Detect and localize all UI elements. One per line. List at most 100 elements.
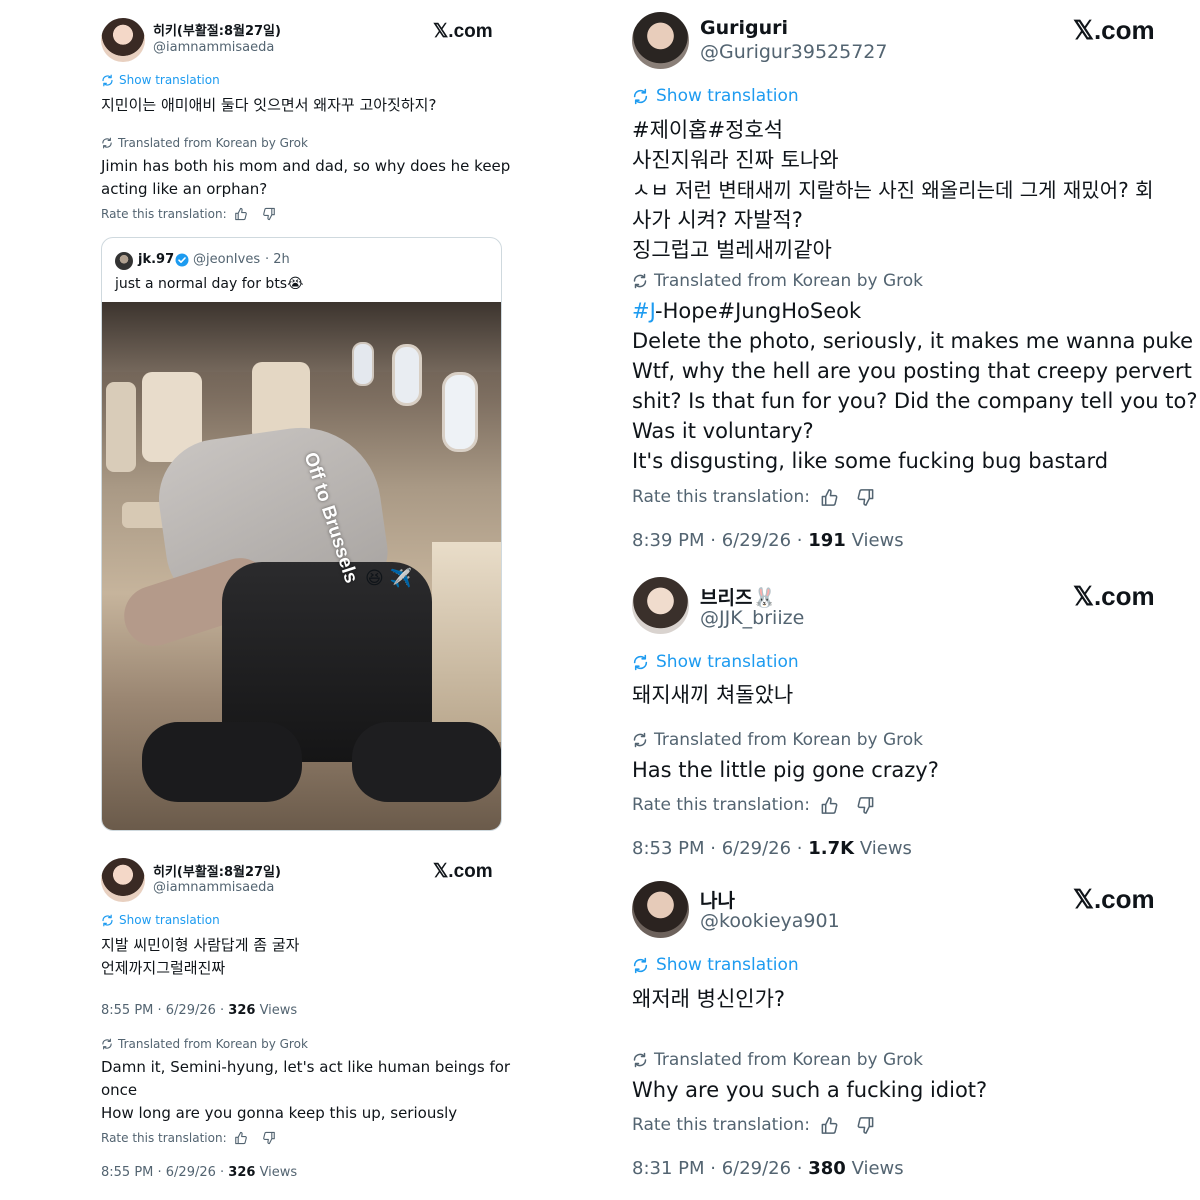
avatar[interactable] <box>101 18 145 62</box>
views-count: 380 <box>808 1158 846 1179</box>
original-text: 왜저래 병신인가? <box>632 987 786 1011</box>
rate-translation: Rate this translation: <box>101 207 276 221</box>
translate-icon <box>632 273 648 289</box>
translate-icon <box>101 914 114 927</box>
person-shoe <box>142 722 302 802</box>
display-name[interactable]: 브리즈🐰 <box>700 583 776 610</box>
thumbs-up-icon[interactable] <box>820 796 839 815</box>
original-text: 지발 씨민이형 사람답게 좀 굴자 <box>101 936 300 954</box>
hashtag-link[interactable]: #J <box>632 299 655 323</box>
post-meta: 8:39 PM · 6/29/26 · 191 Views <box>632 530 904 551</box>
thumbs-up-icon[interactable] <box>820 1116 839 1135</box>
translated-by-label: Translated from Korean by Grok <box>101 136 308 150</box>
original-text: ㅅㅂ 저런 변태새끼 지랄하는 사진 왜올리는데 그게 재밌어? 회 <box>632 178 1154 202</box>
show-translation-link[interactable]: Show translation <box>101 73 220 87</box>
views-count: 326 <box>228 1003 256 1018</box>
x-logo: 𝕏.com <box>433 861 493 882</box>
user-handle[interactable]: @iamnammisaeda <box>153 40 274 55</box>
cabin-window <box>392 344 422 406</box>
show-translation-label: Show translation <box>119 73 220 87</box>
display-name[interactable]: 히키(부활절:8월27일) <box>153 861 281 880</box>
thumbs-up-icon[interactable] <box>234 1131 248 1145</box>
thumbs-up-icon[interactable] <box>820 488 839 507</box>
photo-overlay-emoji: 😆 ✈️ <box>365 568 412 589</box>
cabin-seat <box>106 382 136 472</box>
user-handle[interactable]: @jeonIves <box>193 252 260 267</box>
show-translation-link[interactable]: Show translation <box>632 652 799 672</box>
translated-text: Why are you such a fucking idiot? <box>632 1078 988 1102</box>
translate-icon <box>632 1052 648 1068</box>
x-logo: 𝕏.com <box>1073 15 1155 45</box>
display-name[interactable]: jk.97 <box>138 252 174 267</box>
show-translation-link[interactable]: Show translation <box>632 955 799 975</box>
post-meta: 8:55 PM · 6/29/26 · 326 Views <box>101 1003 298 1018</box>
thumbs-up-icon[interactable] <box>234 207 248 221</box>
translated-by-label: Translated from Korean by Grok <box>632 1050 923 1070</box>
translated-by-label: Translated from Korean by Grok <box>632 271 923 291</box>
post-photo[interactable]: Off to Brussels 😆 ✈️ <box>102 302 501 830</box>
avatar[interactable] <box>115 252 133 270</box>
translate-icon <box>632 957 649 974</box>
original-text: 언제까지그럴래진짜 <box>101 959 226 977</box>
person-shoe <box>352 722 501 802</box>
post-time: · 2h <box>265 252 290 267</box>
thumbs-down-icon[interactable] <box>262 1131 276 1145</box>
thumbs-down-icon[interactable] <box>856 1116 875 1135</box>
translated-text: Damn it, Semini-hyung, let's act like hu… <box>101 1058 511 1076</box>
rate-translation: Rate this translation: <box>632 1115 875 1135</box>
translated-text: How long are you gonna keep this up, ser… <box>101 1104 458 1122</box>
original-text: #제이홉#정호석 <box>632 118 784 142</box>
show-translation-label: Show translation <box>119 913 220 927</box>
translated-text: shit? Is that fun for you? Did the compa… <box>632 389 1198 413</box>
translate-icon <box>632 654 649 671</box>
show-translation-label: Show translation <box>656 955 799 975</box>
avatar[interactable] <box>632 881 689 938</box>
show-translation-label: Show translation <box>656 86 799 106</box>
show-translation-link[interactable]: Show translation <box>101 913 220 927</box>
user-handle[interactable]: @iamnammisaeda <box>153 880 274 895</box>
quoted-text: just a normal day for bts😭 <box>115 276 304 292</box>
original-text: 지민이는 애미애비 둘다 잇으면서 왜자꾸 고아짓하지? <box>101 96 437 114</box>
avatar[interactable] <box>101 858 145 902</box>
post-meta: 8:55 PM · 6/29/26 · 326 Views <box>101 1165 298 1180</box>
translate-icon <box>632 88 649 105</box>
user-handle[interactable]: @kookieya901 <box>700 910 840 932</box>
show-translation-link[interactable]: Show translation <box>632 86 799 106</box>
user-handle[interactable]: @Gurigur39525727 <box>700 41 887 63</box>
post-meta: 8:31 PM · 6/29/26 · 380 Views <box>632 1158 904 1179</box>
translated-text: Delete the photo, seriously, it makes me… <box>632 329 1194 353</box>
translated-text: Jimin has both his mom and dad, so why d… <box>101 157 511 175</box>
rate-translation: Rate this translation: <box>101 1131 276 1145</box>
display-name[interactable]: 히키(부활절:8월27일) <box>153 20 281 39</box>
translated-text: Has the little pig gone crazy? <box>632 758 939 782</box>
thumbs-down-icon[interactable] <box>262 207 276 221</box>
quoted-tweet-card[interactable]: jk.97 @jeonIves · 2h just a normal day f… <box>101 237 502 831</box>
display-name[interactable]: 나나 <box>700 886 735 913</box>
avatar[interactable] <box>632 577 689 634</box>
translated-text: Was it voluntary? <box>632 419 814 443</box>
avatar[interactable] <box>632 12 689 69</box>
display-name[interactable]: Guriguri <box>700 17 788 39</box>
translated-by-label: Translated from Korean by Grok <box>101 1037 308 1051</box>
translated-text: once <box>101 1081 138 1099</box>
x-logo: 𝕏.com <box>1073 581 1155 611</box>
translated-text: Wtf, why the hell are you posting that c… <box>632 359 1192 383</box>
rate-translation: Rate this translation: <box>632 795 875 815</box>
views-count: 326 <box>228 1165 256 1180</box>
translated-by-label: Translated from Korean by Grok <box>632 730 923 750</box>
original-text: 돼지새끼 쳐돌았나 <box>632 683 794 707</box>
original-text: 사가 시켜? 자발적? <box>632 208 803 232</box>
translate-icon <box>101 1038 113 1050</box>
thumbs-down-icon[interactable] <box>856 488 875 507</box>
thumbs-down-icon[interactable] <box>856 796 875 815</box>
x-logo: 𝕏.com <box>433 21 493 42</box>
translated-text: acting like an orphan? <box>101 180 268 198</box>
cabin-window <box>442 372 478 452</box>
post-meta: 8:53 PM · 6/29/26 · 1.7K Views <box>632 838 912 859</box>
cabin-window <box>352 342 374 386</box>
x-logo: 𝕏.com <box>1073 884 1155 914</box>
translate-icon <box>101 74 114 87</box>
user-handle[interactable]: @JJK_briize <box>700 607 804 629</box>
views-count: 191 <box>808 530 846 551</box>
verified-badge-icon <box>175 253 189 267</box>
